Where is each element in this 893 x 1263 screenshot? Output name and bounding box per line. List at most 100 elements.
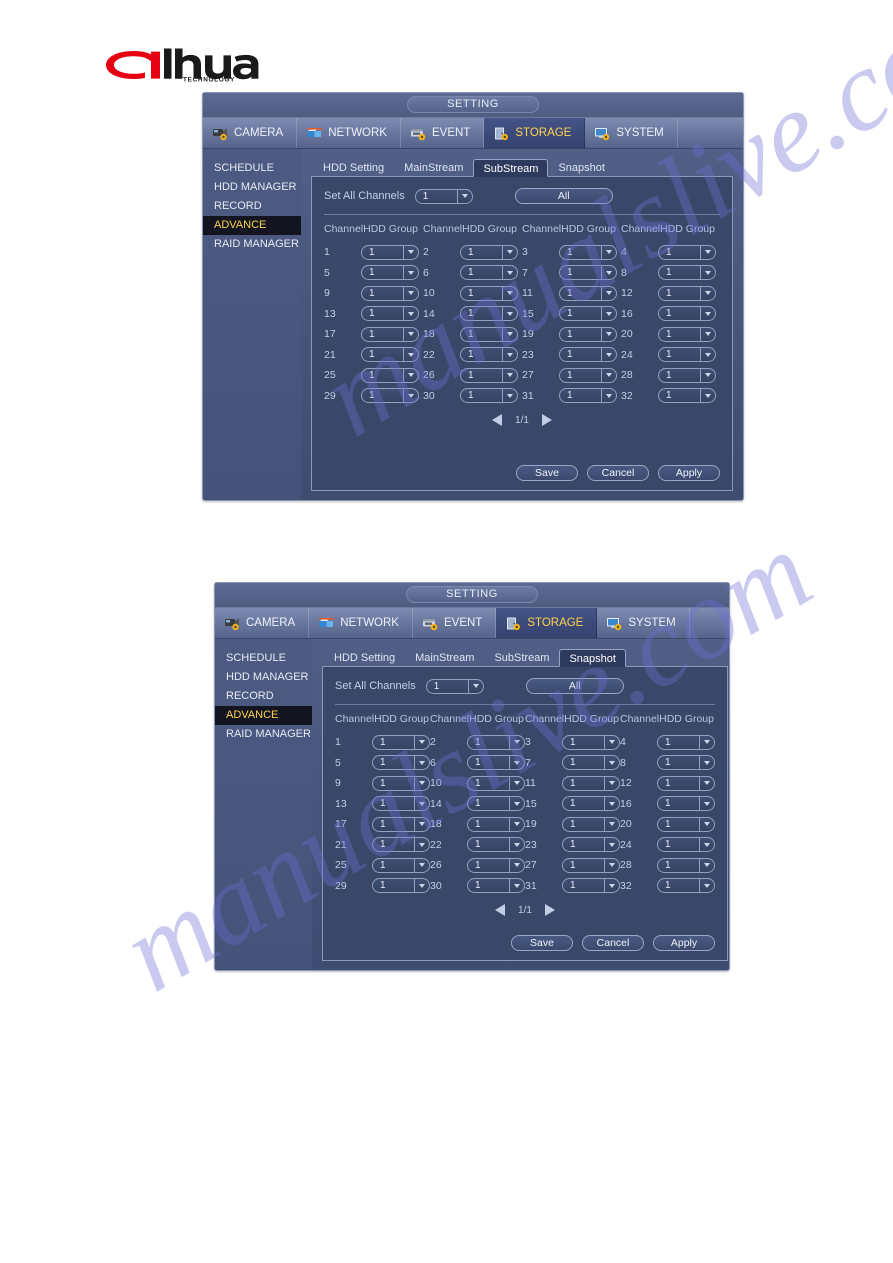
hdd-group-select[interactable]: 1	[657, 878, 715, 894]
hdd-group-select[interactable]: 1	[361, 367, 419, 383]
save-button[interactable]: Save	[511, 935, 573, 951]
cancel-button[interactable]: Cancel	[582, 935, 644, 951]
hdd-group-select[interactable]: 1	[372, 837, 430, 853]
tab-substream[interactable]: SubStream	[484, 648, 559, 666]
nav-item-storage[interactable]: STORAGE	[484, 118, 586, 148]
sidebar-item-schedule[interactable]: SCHEDULE	[215, 649, 312, 668]
hdd-group-select[interactable]: 1	[562, 755, 620, 771]
tab-mainstream[interactable]: MainStream	[394, 158, 473, 176]
pager[interactable]: 1/1	[335, 902, 715, 918]
hdd-group-select[interactable]: 1	[467, 734, 525, 750]
hdd-group-select[interactable]: 1	[372, 755, 430, 771]
hdd-group-select[interactable]: 1	[658, 244, 716, 260]
apply-button[interactable]: Apply	[658, 465, 720, 481]
hdd-group-select[interactable]: 1	[467, 816, 525, 832]
hdd-group-select[interactable]: 1	[658, 347, 716, 363]
hdd-group-select[interactable]: 1	[657, 857, 715, 873]
hdd-group-select[interactable]: 1	[562, 734, 620, 750]
hdd-group-select[interactable]: 1	[460, 244, 518, 260]
hdd-group-select[interactable]: 1	[658, 388, 716, 404]
tab-mainstream[interactable]: MainStream	[405, 648, 484, 666]
tab-bar[interactable]: HDD Setting MainStream SubStream Snapsho…	[322, 648, 728, 667]
hdd-group-select[interactable]: 1	[658, 265, 716, 281]
hdd-group-select[interactable]: 1	[559, 306, 617, 322]
hdd-group-select[interactable]: 1	[372, 775, 430, 791]
hdd-group-select[interactable]: 1	[562, 816, 620, 832]
hdd-group-select[interactable]: 1	[372, 816, 430, 832]
apply-button[interactable]: Apply	[653, 935, 715, 951]
pager[interactable]: 1/1	[324, 412, 720, 428]
nav-item-network[interactable]: NETWORK	[297, 118, 401, 148]
hdd-group-select[interactable]: 1	[460, 326, 518, 342]
hdd-group-select[interactable]: 1	[562, 857, 620, 873]
hdd-group-select[interactable]: 1	[658, 367, 716, 383]
hdd-group-select[interactable]: 1	[562, 775, 620, 791]
sidebar-item-advance[interactable]: ADVANCE	[203, 216, 301, 235]
hdd-group-select[interactable]: 1	[361, 388, 419, 404]
hdd-group-select[interactable]: 1	[559, 265, 617, 281]
cancel-button[interactable]: Cancel	[587, 465, 649, 481]
set-all-channels-select[interactable]: 1	[425, 678, 484, 694]
hdd-group-select[interactable]: 1	[460, 367, 518, 383]
main-nav[interactable]: CAMERA NETWORK EVENT STORAGE SYSTEM	[215, 608, 729, 639]
hdd-group-select[interactable]: 1	[361, 326, 419, 342]
storage-sidebar[interactable]: SCHEDULE HDD MANAGER RECORD ADVANCE RAID…	[215, 639, 312, 969]
hdd-group-select[interactable]: 1	[372, 796, 430, 812]
hdd-group-select[interactable]: 1	[361, 265, 419, 281]
hdd-group-select[interactable]: 1	[361, 244, 419, 260]
prev-page-icon[interactable]	[492, 414, 503, 426]
hdd-group-select[interactable]: 1	[559, 285, 617, 301]
sidebar-item-record[interactable]: RECORD	[203, 197, 301, 216]
nav-item-event[interactable]: EVENT	[401, 118, 485, 148]
hdd-group-select[interactable]: 1	[467, 775, 525, 791]
hdd-group-select[interactable]: 1	[657, 796, 715, 812]
tab-hdd-setting[interactable]: HDD Setting	[324, 648, 405, 666]
sidebar-item-schedule[interactable]: SCHEDULE	[203, 159, 301, 178]
hdd-group-select[interactable]: 1	[657, 775, 715, 791]
hdd-group-select[interactable]: 1	[562, 878, 620, 894]
hdd-group-select[interactable]: 1	[657, 734, 715, 750]
hdd-group-select[interactable]: 1	[372, 857, 430, 873]
sidebar-item-hdd-manager[interactable]: HDD MANAGER	[215, 668, 312, 687]
tab-hdd-setting[interactable]: HDD Setting	[313, 158, 394, 176]
hdd-group-select[interactable]: 1	[361, 285, 419, 301]
next-page-icon[interactable]	[544, 904, 555, 916]
hdd-group-select[interactable]: 1	[562, 837, 620, 853]
tab-snapshot[interactable]: Snapshot	[559, 649, 626, 667]
prev-page-icon[interactable]	[495, 904, 506, 916]
footer-buttons[interactable]: Save Cancel Apply	[516, 465, 720, 481]
setting-window-snapshot[interactable]: SETTING CAMERA NETWORK EVENT STORAGE SYS…	[214, 582, 730, 971]
hdd-group-select[interactable]: 1	[467, 857, 525, 873]
hdd-group-select[interactable]: 1	[361, 306, 419, 322]
hdd-group-select[interactable]: 1	[372, 734, 430, 750]
main-nav[interactable]: CAMERA NETWORK EVENT STORAGE SYSTEM	[203, 118, 743, 149]
hdd-group-select[interactable]: 1	[658, 285, 716, 301]
hdd-group-select[interactable]: 1	[657, 816, 715, 832]
hdd-group-select[interactable]: 1	[657, 837, 715, 853]
hdd-group-select[interactable]: 1	[467, 878, 525, 894]
sidebar-item-raid-manager[interactable]: RAID MANAGER	[203, 235, 301, 254]
hdd-group-select[interactable]: 1	[467, 755, 525, 771]
hdd-group-select[interactable]: 1	[467, 837, 525, 853]
hdd-group-select[interactable]: 1	[460, 388, 518, 404]
save-button[interactable]: Save	[516, 465, 578, 481]
nav-item-camera[interactable]: CAMERA	[215, 608, 310, 638]
hdd-group-select[interactable]: 1	[559, 367, 617, 383]
hdd-group-select[interactable]: 1	[467, 796, 525, 812]
sidebar-item-record[interactable]: RECORD	[215, 687, 312, 706]
hdd-group-select[interactable]: 1	[658, 306, 716, 322]
set-all-channels-select[interactable]: 1	[414, 188, 473, 204]
tab-substream[interactable]: SubStream	[473, 159, 549, 177]
hdd-group-select[interactable]: 1	[559, 388, 617, 404]
next-page-icon[interactable]	[541, 414, 552, 426]
all-button[interactable]: All	[514, 188, 613, 204]
nav-item-camera[interactable]: CAMERA	[203, 118, 298, 148]
hdd-group-select[interactable]: 1	[658, 326, 716, 342]
nav-item-system[interactable]: SYSTEM	[585, 118, 678, 148]
sidebar-item-raid-manager[interactable]: RAID MANAGER	[215, 725, 312, 744]
tab-snapshot[interactable]: Snapshot	[548, 158, 614, 176]
hdd-group-select[interactable]: 1	[460, 285, 518, 301]
hdd-group-select[interactable]: 1	[559, 326, 617, 342]
hdd-group-select[interactable]: 1	[559, 347, 617, 363]
hdd-group-select[interactable]: 1	[559, 244, 617, 260]
